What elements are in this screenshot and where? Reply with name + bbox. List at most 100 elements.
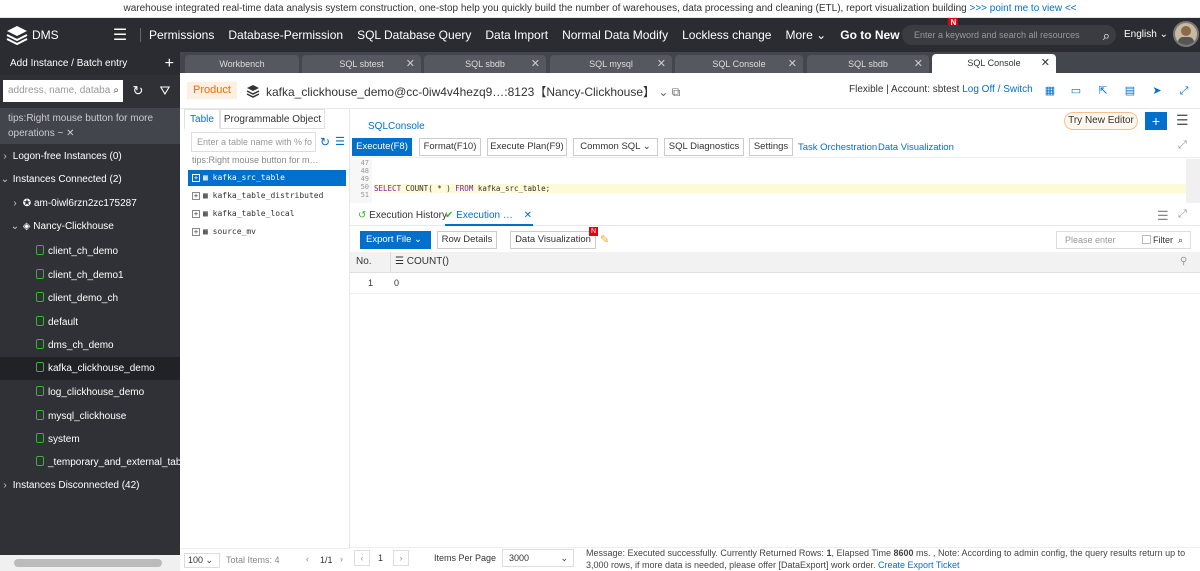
data-visualization-link[interactable]: Data Visualization <box>878 142 954 153</box>
next-page-icon[interactable]: › <box>340 554 343 564</box>
database-item[interactable]: log_clickhouse_demo <box>0 381 180 404</box>
row-details-button[interactable]: Row Details <box>437 231 497 249</box>
instance-item[interactable]: ⌄ ◈ Nancy-Clickhouse <box>0 215 180 238</box>
calendar-icon[interactable]: ▦ <box>1044 85 1056 97</box>
expand-icon[interactable]: + <box>192 228 200 236</box>
nav-more[interactable]: More ⌄ <box>785 28 826 42</box>
database-item[interactable]: default <box>0 311 180 334</box>
settings-button[interactable]: Settings <box>749 138 793 156</box>
close-icon[interactable]: ✕ <box>914 55 923 73</box>
tab-sql-sbdb[interactable]: SQL sbdb ✕ <box>424 55 546 73</box>
instance-item[interactable]: › ✪ am-0iwl6rzn2zc175287 <box>0 192 180 215</box>
tab-table[interactable]: Table <box>184 109 220 129</box>
table-item[interactable]: + ▦ kafka_table_distributed <box>188 188 346 204</box>
expand-icon[interactable]: + <box>192 192 200 200</box>
sql-diagnostics-button[interactable]: SQL Diagnostics <box>664 138 744 156</box>
add-icon[interactable]: + <box>165 52 174 75</box>
filter-icon[interactable]: ⛛ <box>154 80 176 102</box>
prev-page-icon[interactable]: ‹ <box>306 554 309 564</box>
table-item[interactable]: + ▦ kafka_table_local <box>188 206 346 222</box>
tab-sql-sbtest[interactable]: SQL sbtest ✕ <box>302 55 421 73</box>
close-icon[interactable]: ✕ <box>531 55 540 73</box>
column-header-count[interactable]: ☰ COUNT() <box>395 256 449 267</box>
nav-normal-data-modify[interactable]: Normal Data Modify <box>562 28 668 42</box>
tab-sql-console[interactable]: SQL Console ✕ <box>675 55 803 73</box>
pin-icon[interactable]: ⚲ <box>1180 256 1187 267</box>
close-icon[interactable]: ✕ <box>1041 54 1050 72</box>
try-new-editor-button[interactable]: Try New Editor <box>1064 112 1138 130</box>
tab-execution-history[interactable]: ↺ Execution History <box>358 210 447 221</box>
search-icon[interactable]: ⌕ <box>1178 232 1183 248</box>
magic-icon[interactable]: ✎ <box>600 233 609 246</box>
tab-sql-console-active[interactable]: SQL Console ✕ <box>932 54 1056 73</box>
database-item[interactable]: dms_ch_demo <box>0 334 180 357</box>
list-icon[interactable]: ☰ <box>1157 208 1169 224</box>
external-link-icon[interactable]: ⇱ <box>1097 85 1109 97</box>
database-item[interactable]: _temporary_and_external_tables <box>0 451 180 474</box>
group-logon-free[interactable]: › Logon-free Instances (0) <box>0 145 180 168</box>
nav-database-permission[interactable]: Database-Permission <box>228 28 343 42</box>
group-connected[interactable]: ⌄ Instances Connected (2) <box>0 168 180 191</box>
language-selector[interactable]: English ⌄ <box>1124 29 1168 40</box>
database-item-selected[interactable]: kafka_clickhouse_demo <box>0 357 180 380</box>
search-icon[interactable]: ⌕ <box>1103 26 1110 46</box>
nav-lockless-change[interactable]: Lockless change <box>682 28 771 42</box>
table-item[interactable]: + ▦ source_mv <box>188 224 346 240</box>
document-icon[interactable]: ▤ <box>1124 85 1136 97</box>
execute-button[interactable]: Execute(F8) <box>352 138 412 156</box>
tab-sql-mysql[interactable]: SQL mysql ✕ <box>550 55 672 73</box>
close-icon[interactable]: ✕ <box>788 55 797 73</box>
instance-selector[interactable]: kafka_clickhouse_demo@cc-0iw4v4hezq9…:81… <box>266 83 680 100</box>
tab-sql-sbdb-2[interactable]: SQL sbdb ✕ <box>807 55 929 73</box>
database-item[interactable]: client_ch_demo1 <box>0 264 180 287</box>
export-file-button[interactable]: Export File ⌄ <box>360 231 431 249</box>
next-page-button[interactable]: › <box>393 550 409 566</box>
database-item[interactable]: system <box>0 428 180 451</box>
task-orchestration-link[interactable]: Task Orchestration <box>798 142 877 153</box>
product-button[interactable]: Product <box>187 82 237 99</box>
create-export-ticket-link[interactable]: Create Export Ticket <box>878 560 960 570</box>
send-icon[interactable]: ➤ <box>1151 85 1163 97</box>
add-console-button[interactable]: + <box>1145 112 1167 130</box>
data-visualization-button[interactable]: Data Visualization <box>510 231 596 249</box>
nav-sql-database-query[interactable]: SQL Database Query <box>357 28 471 42</box>
page-size-select[interactable]: 100 ⌄ <box>184 553 220 568</box>
logoff-link[interactable]: Log Off <box>962 84 995 95</box>
add-instance-link[interactable]: Add Instance / Batch entry <box>10 58 127 69</box>
global-search-input[interactable]: Enter a keyword and search all resources… <box>902 25 1116 45</box>
scrollbar-thumb[interactable] <box>14 559 162 567</box>
close-icon[interactable]: ✕ <box>657 55 666 73</box>
sql-statement[interactable]: SELECT COUNT( * ) FROM kafka_src_table; <box>374 184 1186 193</box>
common-sql-button[interactable]: Common SQL ⌄ <box>573 138 658 156</box>
expand-icon[interactable]: + <box>192 210 200 218</box>
tab-workbench[interactable]: Workbench <box>185 55 299 73</box>
close-icon[interactable]: ✕ <box>66 128 74 139</box>
table-search-input[interactable]: Enter a table name with % fo <box>191 132 316 152</box>
execute-plan-button[interactable]: Execute Plan(F9) <box>487 138 567 156</box>
menu-icon[interactable]: ☰ <box>1176 112 1189 129</box>
copy-icon[interactable]: ⧉ <box>672 85 681 99</box>
banner-link[interactable]: >>> point me to view << <box>970 3 1077 14</box>
group-disconnected[interactable]: › Instances Disconnected (42) <box>0 474 180 497</box>
list-icon[interactable]: ☰ <box>335 135 345 148</box>
tab-execution[interactable]: ✔ Execution … ✕ <box>445 210 532 221</box>
instance-search-input[interactable]: address, name, databa ⌕ <box>3 80 123 102</box>
avatar[interactable] <box>1173 21 1199 47</box>
sidebar-horizontal-scrollbar[interactable] <box>0 555 180 571</box>
table-item-selected[interactable]: + ▦ kafka_src_table <box>188 170 346 186</box>
refresh-icon[interactable]: ↻ <box>127 80 149 102</box>
database-item[interactable]: client_ch_demo <box>0 240 180 263</box>
database-item[interactable]: client_demo_ch <box>0 287 180 310</box>
database-item[interactable]: mysql_clickhouse <box>0 405 180 428</box>
chat-icon[interactable]: ▭ <box>1070 85 1082 97</box>
menu-icon[interactable]: ☰ <box>108 25 132 45</box>
format-button[interactable]: Format(F10) <box>419 138 481 156</box>
expand-icon[interactable]: ⤢ <box>1178 139 1187 152</box>
result-filter-input[interactable]: Please enter Filter ⌕ <box>1056 231 1191 249</box>
editor-scrollbar[interactable] <box>1186 159 1200 203</box>
expand-icon[interactable]: + <box>192 174 200 182</box>
cell-count[interactable]: 0 <box>394 278 399 288</box>
switch-link[interactable]: Switch <box>1003 84 1032 95</box>
expand-icon[interactable]: ⤢ <box>1178 208 1187 221</box>
prev-page-button[interactable]: ‹ <box>354 550 370 566</box>
